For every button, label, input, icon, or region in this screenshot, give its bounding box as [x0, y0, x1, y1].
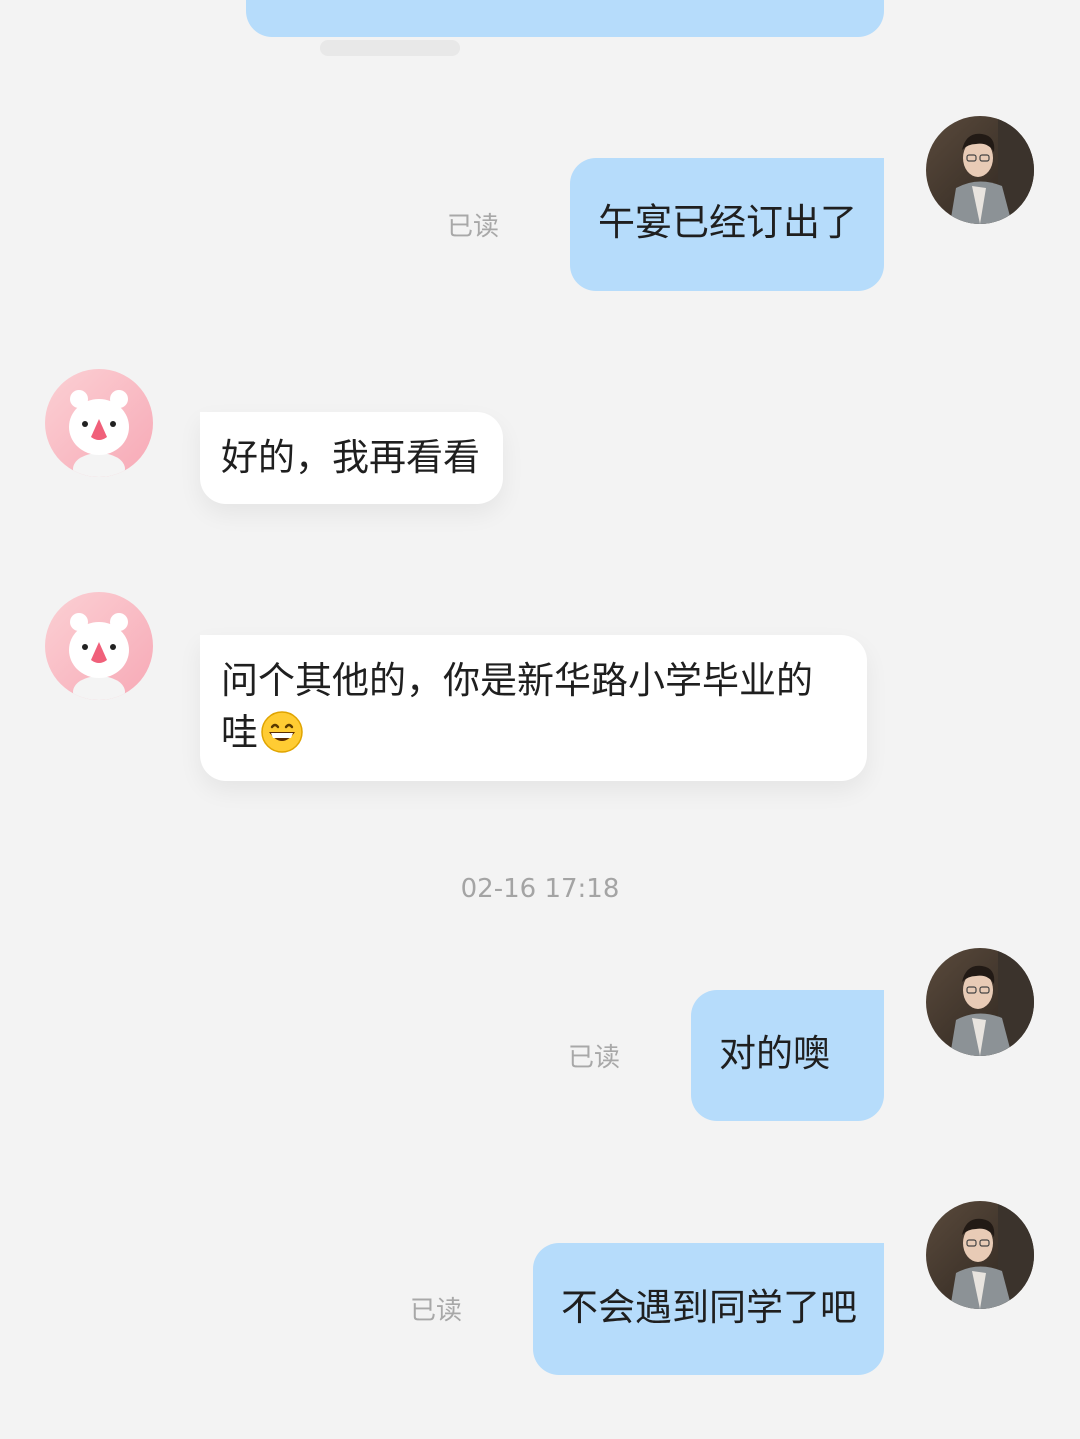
- message-text: 对的噢: [719, 1032, 830, 1075]
- read-receipt: 已读: [410, 1296, 463, 1326]
- self-avatar[interactable]: [926, 116, 1034, 224]
- cartoon-bear-icon: [45, 369, 153, 477]
- contact-avatar[interactable]: [45, 592, 153, 700]
- outgoing-message-bubble[interactable]: 对的噢: [691, 990, 884, 1121]
- message-text: 不会遇到同学了吧: [561, 1286, 857, 1329]
- self-avatar[interactable]: [926, 1201, 1034, 1309]
- man-in-suit-icon: [926, 948, 1034, 1056]
- message-text-line-1: 问个其他的，你是新华路小学毕业的: [221, 659, 813, 702]
- message-text: 好的，我再看看: [221, 436, 480, 479]
- chat-thread: 已读 午宴已经订出了 好的，我再看看 问个其他的，你是新华路小学毕业的 哇 02…: [0, 0, 1080, 1439]
- previous-message-fragment: [320, 40, 460, 56]
- previous-outgoing-bubble[interactable]: [246, 0, 884, 37]
- man-in-suit-icon: [926, 1201, 1034, 1309]
- read-receipt: 已读: [447, 212, 500, 242]
- message-text-line-2: 哇: [221, 707, 867, 759]
- timestamp-divider: 02-16 17:18: [460, 874, 620, 904]
- outgoing-message-bubble[interactable]: 不会遇到同学了吧: [533, 1243, 884, 1375]
- cartoon-bear-icon: [45, 592, 153, 700]
- contact-avatar[interactable]: [45, 369, 153, 477]
- message-text: 午宴已经订出了: [598, 201, 857, 244]
- man-in-suit-icon: [926, 116, 1034, 224]
- grinning-face-emoji: [260, 710, 304, 754]
- incoming-message-bubble[interactable]: 问个其他的，你是新华路小学毕业的 哇: [200, 635, 867, 781]
- self-avatar[interactable]: [926, 948, 1034, 1056]
- read-receipt: 已读: [568, 1043, 621, 1073]
- incoming-message-bubble[interactable]: 好的，我再看看: [200, 412, 503, 504]
- outgoing-message-bubble[interactable]: 午宴已经订出了: [570, 158, 884, 291]
